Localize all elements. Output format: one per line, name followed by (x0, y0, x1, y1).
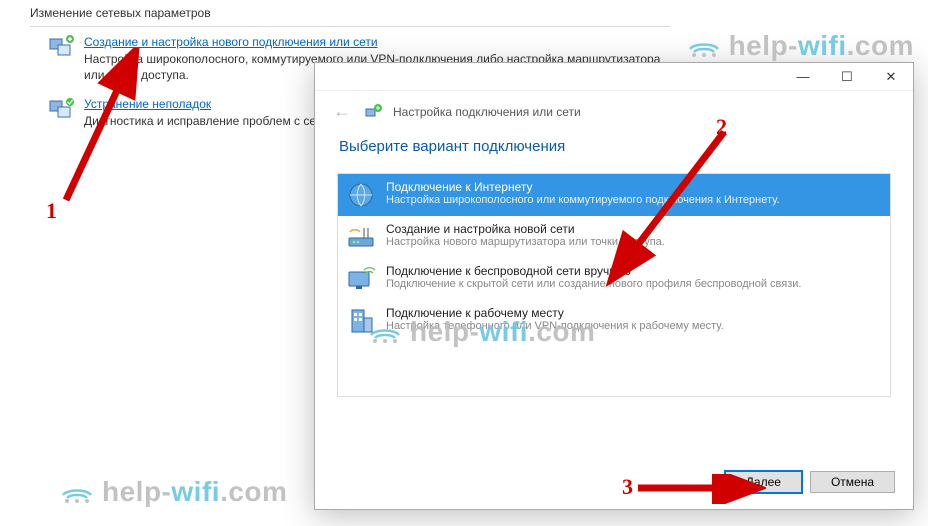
option-desc: Подключение к скрытой сети или создание … (386, 278, 801, 290)
link-new-connection[interactable]: Создание и настройка нового подключения … (84, 35, 670, 49)
titlebar: — ☐ ✕ (315, 63, 913, 91)
annotation-1: 1 (46, 198, 57, 224)
dialog-header: ← Настройка подключения или сети (315, 91, 913, 128)
dialog-title: Выберите вариант подключения (315, 128, 913, 173)
option-title: Подключение к Интернету (386, 180, 780, 194)
wifi-logo-icon (60, 480, 94, 504)
cancel-button[interactable]: Отмена (810, 471, 895, 493)
wifi-logo-icon (368, 320, 402, 344)
watermark-top: help-wifi.com (687, 30, 914, 62)
section-heading: Изменение сетевых параметров (30, 0, 670, 27)
connection-options-list: Подключение к Интернету Настройка широко… (337, 173, 891, 397)
globe-icon (346, 180, 376, 210)
breadcrumb: Настройка подключения или сети (393, 105, 581, 119)
option-desc: Настройка широкополосного или коммутируе… (386, 194, 780, 206)
monitor-wifi-icon (346, 264, 376, 294)
watermark-mid: help-wifi.com (368, 316, 595, 348)
watermark-bottom: help-wifi.com (60, 476, 287, 508)
maximize-button[interactable]: ☐ (825, 63, 869, 90)
annotation-2: 2 (716, 114, 727, 140)
minimize-button[interactable]: — (781, 63, 825, 90)
close-button[interactable]: ✕ (869, 63, 913, 90)
new-connection-icon (48, 35, 76, 57)
next-button[interactable]: Далее (725, 471, 802, 493)
option-new-network[interactable]: Создание и настройка новой сети Настройк… (338, 216, 890, 258)
option-manual-wifi[interactable]: Подключение к беспроводной сети вручную … (338, 258, 890, 300)
back-icon[interactable]: ← (333, 101, 355, 122)
wizard-dialog: — ☐ ✕ ← Настройка подключения или сети В… (314, 62, 914, 510)
option-title: Подключение к беспроводной сети вручную (386, 264, 801, 278)
option-title: Создание и настройка новой сети (386, 222, 665, 236)
troubleshoot-icon (48, 97, 76, 119)
option-desc: Настройка нового маршрутизатора или точк… (386, 236, 665, 248)
annotation-3: 3 (622, 474, 633, 500)
option-internet[interactable]: Подключение к Интернету Настройка широко… (338, 174, 890, 216)
network-wizard-icon (365, 103, 383, 121)
wifi-logo-icon (687, 34, 721, 58)
dialog-button-row: Далее Отмена (725, 471, 895, 493)
router-icon (346, 222, 376, 252)
